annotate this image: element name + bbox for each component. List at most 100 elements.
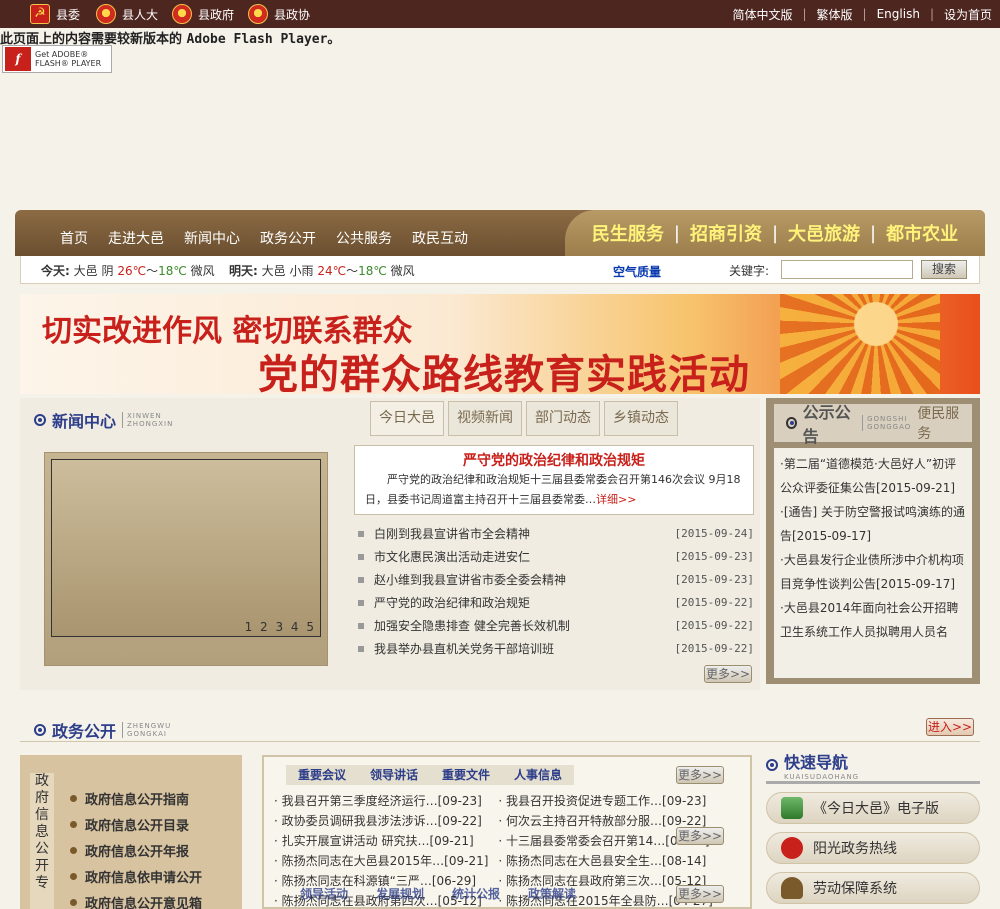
set-homepage-link[interactable]: 设为首页 (944, 6, 992, 23)
gov-info-feedback-link[interactable]: 政府信息公开意见箱 (70, 889, 202, 909)
promo-investment[interactable]: 招商引资 (690, 220, 762, 246)
traditional-chinese-link[interactable]: 繁体版 (817, 6, 853, 23)
list-item[interactable]: ·大邑县2014年面向社会公开招聘卫生系统工作人员拟聘用人员名 (780, 596, 966, 644)
list-item[interactable]: 市文化惠民演出活动走进安仁 [2015-09-23] (358, 545, 754, 568)
nav-public-service[interactable]: 公共服务 (336, 228, 392, 248)
banner-slogan-2: 党的群众路线教育实践活动 (258, 351, 750, 394)
tab-leader-activities[interactable]: 领导活动 (286, 884, 362, 904)
org-link-cppcc[interactable]: 县政协 (248, 0, 310, 28)
quick-navigation: 快速导航 KUAISUDAOHANG 《今日大邑》电子版 阳光政务热线 劳动保障… (766, 748, 980, 909)
sunshine-hotline-link[interactable]: 阳光政务热线 (766, 832, 980, 864)
weather-today: 今天: 大邑 阴 26℃～18℃ 微风 (41, 264, 215, 278)
tab-important-meetings[interactable]: 重要会议 (286, 765, 359, 785)
search-button[interactable]: 搜索 (921, 260, 967, 279)
list-item[interactable]: · 陈扬杰同志在大邑县安全生…[08-14] (498, 851, 712, 871)
tab-today[interactable]: 今日大邑 (370, 401, 444, 436)
photo-slideshow[interactable]: 1 2 3 4 5 (44, 452, 328, 666)
list-item[interactable]: 严守党的政治纪律和政治规矩 [2015-09-22] (358, 591, 754, 614)
promo-tourism[interactable]: 大邑旅游 (788, 220, 860, 246)
tab-video[interactable]: 视频新闻 (448, 401, 522, 436)
news-section-title: 新闻中心 (52, 412, 117, 431)
labor-security-link[interactable]: 劳动保障系统 (766, 872, 980, 904)
tab-policy-interpretation[interactable]: 政策解读 (514, 884, 590, 904)
news-list: 白刚到我县宣讲省市全会精神 [2015-09-24] 市文化惠民演出活动走进安仁[… (358, 522, 754, 660)
party-emblem-icon: ☭ (30, 4, 50, 24)
gov-more-button[interactable]: 更多>> (676, 885, 724, 903)
flash-icon: f (5, 47, 31, 71)
list-item[interactable]: 我县举办县直机关党务干部培训班 [2015-09-22] (358, 637, 754, 660)
top-bar: ☭ 县委 县人大 县政府 县政协 简体中文版 | 繁体版 | English |… (0, 0, 1000, 28)
list-item[interactable]: · 政协委员调研我县涉法涉诉…[09-22] (274, 811, 488, 831)
slideshow-image[interactable]: 1 2 3 4 5 (51, 459, 321, 637)
person-icon (781, 877, 803, 899)
gov-news-panel: 重要会议 领导讲话 重要文件 人事信息 更多>> · 我县召开第三季度经济运行…… (262, 755, 752, 909)
tab-leader-speeches[interactable]: 领导讲话 (358, 765, 431, 785)
org-link-congress[interactable]: 县人大 (96, 0, 158, 28)
gov-info-catalog-link[interactable]: 政府信息公开目录 (70, 811, 202, 837)
gov-more-button[interactable]: 更多>> (676, 827, 724, 845)
gov-tabs-secondary: 领导活动 发展规划 统计公报 政策解读 (286, 884, 590, 904)
english-link[interactable]: English (877, 7, 920, 21)
national-emblem-icon (172, 4, 192, 24)
nav-interaction[interactable]: 政民互动 (412, 228, 468, 248)
headline-summary: 严守党的政治纪律和政治规矩十三届县委常委会召开第146次会议 9月18日，县委书… (365, 473, 741, 506)
section-bullet-icon (34, 724, 46, 736)
gov-info-request-link[interactable]: 政府信息依申请公开 (70, 863, 202, 889)
list-item[interactable]: 赵小维到我县宣讲省市委全委会精神 [2015-09-23] (358, 568, 754, 591)
list-item[interactable]: · 陈扬杰同志在大邑县2015年…[09-21] (274, 851, 488, 871)
language-links: 简体中文版 | 繁体版 | English | 设为首页 (732, 6, 992, 23)
headline-box: 严守党的政治纪律和政治规矩 严守党的政治纪律和政治规矩十三届县委常委会召开第14… (354, 445, 754, 515)
list-item[interactable]: ·第二届“道德模范·大邑好人”初评公众评委征集公告[2015-09-21] (780, 452, 966, 500)
nav-news[interactable]: 新闻中心 (184, 228, 240, 248)
air-quality-link[interactable]: 空气质量 (613, 263, 661, 280)
section-bullet-icon (34, 414, 46, 426)
news-more-button[interactable]: 更多>> (704, 665, 752, 683)
gov-info-guide-link[interactable]: 政府信息公开指南 (70, 785, 202, 811)
tab-township[interactable]: 乡镇动态 (604, 401, 678, 436)
tab-development-planning[interactable]: 发展规划 (362, 884, 438, 904)
get-flash-player-button[interactable]: f Get ADOBE® FLASH® PLAYER (2, 45, 112, 73)
cppcc-emblem-icon (248, 4, 268, 24)
tab-announcements[interactable]: 公示公告 (803, 399, 856, 447)
promo-agriculture[interactable]: 都市农业 (886, 220, 958, 246)
tab-important-documents[interactable]: 重要文件 (430, 765, 503, 785)
tab-personnel-info[interactable]: 人事信息 (502, 765, 575, 785)
list-item[interactable]: · 我县召开第三季度经济运行…[09-23] (274, 791, 488, 811)
campaign-banner[interactable]: 切实改进作风 密切联系群众 党的群众路线教育实践活动 (20, 294, 980, 394)
search-input[interactable] (781, 260, 913, 279)
gov-open-header: 政务公开 ZHENGWU GONGKAI 进入>> (20, 712, 980, 742)
gov-enter-button[interactable]: 进入>> (926, 718, 974, 736)
section-bullet-icon (766, 758, 778, 771)
weather-search-bar: 今天: 大邑 阴 26℃～18℃ 微风 明天: 大邑 小雨 24℃～18℃ 微风… (20, 256, 980, 284)
tab-statistics-bulletin[interactable]: 统计公报 (438, 884, 514, 904)
newspaper-icon (781, 797, 803, 819)
news-tabs: 今日大邑 视频新闻 部门动态 乡镇动态 (370, 401, 678, 436)
gov-tabs: 重要会议 领导讲话 重要文件 人事信息 (286, 765, 575, 785)
today-dayi-epaper-link[interactable]: 《今日大邑》电子版 (766, 792, 980, 824)
nav-about[interactable]: 走进大邑 (108, 228, 164, 248)
nav-home[interactable]: 首页 (60, 228, 88, 248)
nav-gov-open[interactable]: 政务公开 (260, 228, 316, 248)
list-item[interactable]: · 我县召开投资促进专题工作…[09-23] (498, 791, 712, 811)
list-item[interactable]: 白刚到我县宣讲省市全会精神 [2015-09-24] (358, 522, 754, 545)
promo-livelihood[interactable]: 民生服务 (592, 220, 664, 246)
list-item[interactable]: · 扎实开展宣讲活动 研究扶…[09-21] (274, 831, 488, 851)
tab-convenience-service[interactable]: 便民服务 (917, 403, 964, 443)
gov-info-annual-report-link[interactable]: 政府信息公开年报 (70, 837, 202, 863)
tab-department[interactable]: 部门动态 (526, 401, 600, 436)
org-link-government[interactable]: 县政府 (172, 0, 234, 28)
slideshow-pager[interactable]: 1 2 3 4 5 (245, 620, 316, 634)
headline-more-link[interactable]: 详细>> (596, 493, 636, 506)
list-item[interactable]: ·大邑县发行企业债所涉中介机构项目竞争性谈判公告[2015-09-17] (780, 548, 966, 596)
headline-title[interactable]: 严守党的政治纪律和政治规矩 (365, 450, 743, 470)
list-item[interactable]: 加强安全隐患排查 健全完善长效机制 [2015-09-22] (358, 614, 754, 637)
list-item[interactable]: ·[通告] 关于防空警报试鸣演练的通告[2015-09-17] (780, 500, 966, 548)
weather-tomorrow: 明天: 大邑 小雨 24℃～18℃ 微风 (229, 264, 415, 278)
simplified-chinese-link[interactable]: 简体中文版 (732, 6, 792, 23)
gov-more-button[interactable]: 更多>> (676, 766, 724, 784)
org-link-party[interactable]: ☭ 县委 (30, 0, 80, 28)
banner-decoration (780, 294, 940, 394)
news-section-header: 新闻中心 XINWEN ZHONGXIN (34, 408, 173, 432)
gov-section-title: 政务公开 (52, 722, 117, 741)
quick-nav-header: 快速导航 KUAISUDAOHANG (766, 748, 980, 784)
